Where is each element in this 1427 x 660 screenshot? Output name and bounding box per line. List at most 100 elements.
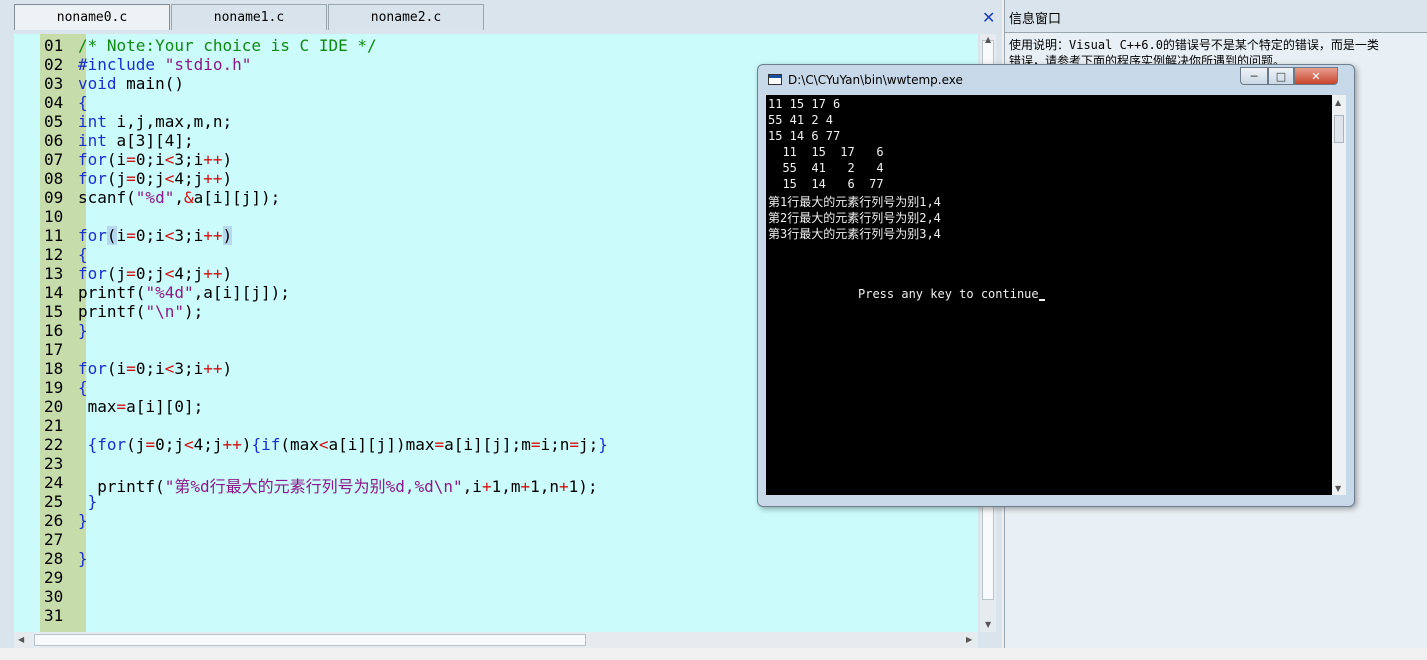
line-number: 23 [44, 454, 64, 473]
code-token: int [78, 131, 107, 150]
code-token: for [78, 226, 107, 245]
code-line: printf("%4d",a[i][j]); [78, 283, 290, 302]
code-token: 1); [568, 477, 598, 496]
code-token: i;n [540, 435, 570, 454]
tab-noname2[interactable]: noname2.c [328, 4, 484, 30]
code-token: void [78, 74, 117, 93]
code-token: a[i][0]; [126, 397, 204, 416]
code-line: {for(j=0;j<4;j++){if(max<a[i][j])max=a[i… [78, 435, 608, 454]
code-token: for [78, 150, 107, 169]
close-button[interactable]: ✕ [1294, 67, 1338, 85]
scroll-down-icon[interactable]: ▼ [985, 620, 991, 629]
console-scroll-up-icon[interactable]: ▲ [1335, 98, 1341, 107]
code-token: { [251, 435, 262, 454]
code-token: < [164, 264, 175, 283]
code-token: /* Note:Your choice is C IDE */ [78, 36, 377, 55]
code-token: & [183, 188, 194, 207]
code-token: , [174, 188, 184, 207]
code-line: /* Note:Your choice is C IDE */ [78, 36, 377, 55]
code-token: for [78, 169, 107, 188]
code-token: 0;j [155, 435, 184, 454]
code-token: ++ [203, 226, 223, 245]
console-scroll-thumb[interactable] [1334, 115, 1344, 143]
console-window[interactable]: D:\C\CYuYan\bin\wwtemp.exe ─ □ ✕ 11 15 1… [757, 64, 1355, 507]
tab-noname0[interactable]: noname0.c [14, 4, 170, 30]
line-number: 30 [44, 587, 64, 606]
file-tab-bar: noname0.c noname1.c noname2.c [14, 4, 485, 32]
code-token: ,a[i][j]); [193, 283, 290, 302]
console-output-line: 15 14 6 77 [768, 129, 841, 143]
code-token: = [145, 435, 156, 454]
code-token: "%4d" [145, 283, 194, 302]
code-token: < [164, 359, 175, 378]
line-number: 29 [44, 568, 64, 587]
console-scroll-down-icon[interactable]: ▼ [1335, 484, 1341, 493]
code-token: = [126, 169, 136, 188]
code-token: { [78, 245, 88, 264]
console-output-line: 11 15 17 6 [768, 145, 884, 159]
console-output-line: 55 41 2 4 [768, 161, 884, 175]
code-token: "stdio.h" [164, 55, 252, 74]
code-token: (j [106, 264, 127, 283]
tab-noname1[interactable]: noname1.c [171, 4, 327, 30]
code-token: < [183, 435, 194, 454]
console-output-line: 55 41 2 4 [768, 113, 834, 127]
maximize-button[interactable]: □ [1268, 67, 1294, 85]
editor-horizontal-scroll-thumb[interactable] [34, 634, 586, 646]
info-line-1: 使用说明：Visual C++6.0的错误号不是某个特定的错误，而是一类 [1009, 38, 1379, 52]
code-token: 4;j [174, 169, 204, 188]
code-line: #include "stdio.h" [78, 55, 251, 74]
code-token: ) [241, 435, 252, 454]
minimize-button[interactable]: ─ [1240, 67, 1268, 85]
console-scrollbar[interactable] [1332, 95, 1346, 495]
line-number: 27 [44, 530, 64, 549]
code-line: } [78, 321, 88, 340]
code-token: main() [116, 74, 184, 93]
code-token: scanf( [78, 188, 136, 207]
code-token: i,j,max,m,n; [106, 112, 233, 131]
code-token: < [164, 169, 175, 188]
line-number: 31 [44, 606, 64, 625]
scroll-right-icon[interactable]: ▶ [966, 635, 972, 644]
code-token: } [78, 321, 88, 340]
code-token: (max [280, 435, 319, 454]
code-token: printf( [78, 302, 146, 321]
code-token: ) [222, 150, 233, 169]
code-token: 4;j [174, 264, 204, 283]
code-token: #include [78, 55, 165, 74]
code-token: = [126, 264, 136, 283]
code-token: 4;j [193, 435, 223, 454]
code-token: 1,m [491, 477, 521, 496]
code-token: + [481, 477, 492, 496]
code-token: "第%d行最大的元素行列号为别%d,%d\n" [164, 477, 463, 496]
close-tab-icon[interactable]: ✕ [982, 8, 995, 27]
code-line: { [78, 245, 88, 264]
scroll-up-icon[interactable]: ▲ [985, 35, 991, 44]
code-token: = [126, 359, 136, 378]
code-token: { [78, 93, 88, 112]
code-token: a[3][4]; [106, 131, 194, 150]
console-output-line: 15 14 6 77 [768, 177, 884, 191]
code-token: "\n" [145, 302, 184, 321]
code-token: i [116, 226, 127, 245]
console-output-line: 第2行最大的元素行列号为别2,4 [768, 211, 941, 225]
code-token: if [261, 435, 281, 454]
code-token: ( [106, 226, 117, 245]
code-token: 3;i [174, 359, 204, 378]
code-line: printf("\n"); [78, 302, 203, 321]
code-token: j; [579, 435, 599, 454]
code-line: for(i=0;i<3;i++) [78, 226, 233, 245]
code-token: for [97, 435, 127, 454]
code-line: { [78, 93, 88, 112]
code-token: 1,n [530, 477, 560, 496]
line-number: 17 [44, 340, 64, 359]
scroll-left-icon[interactable]: ◀ [18, 635, 24, 644]
code-token: + [559, 477, 569, 496]
code-token: ,i [462, 477, 482, 496]
code-token: for [78, 264, 107, 283]
code-line: for(i=0;i<3;i++) [78, 359, 232, 378]
code-token: } [78, 492, 98, 511]
code-line: for(j=0;j<4;j++) [78, 264, 232, 283]
code-token: ); [183, 302, 204, 321]
code-token: "%d" [135, 188, 175, 207]
